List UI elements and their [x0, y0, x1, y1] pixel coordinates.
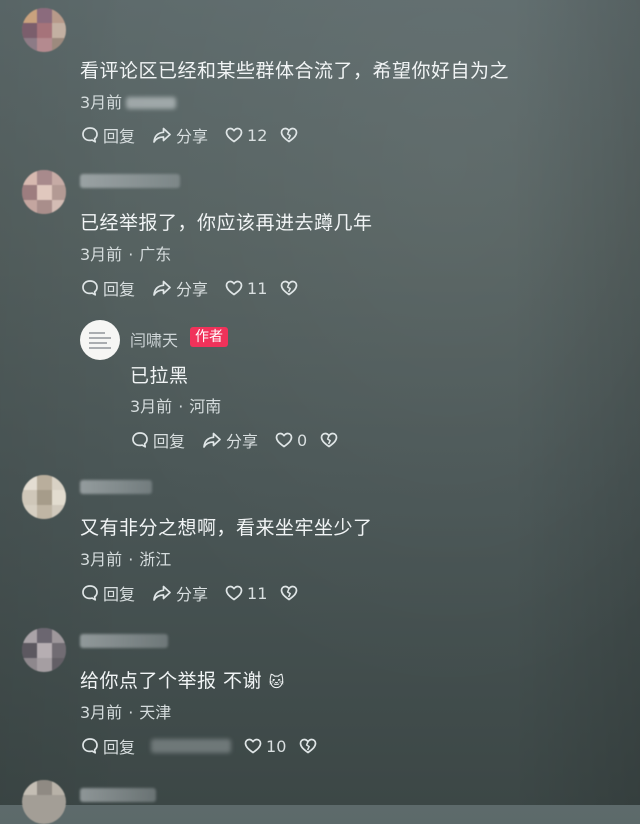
like-button[interactable]: 12: [224, 125, 267, 145]
reply-button[interactable]: 回复: [80, 581, 135, 605]
avatar[interactable]: [22, 170, 66, 214]
blurred-username: [80, 174, 180, 188]
comment-actions: 回复 分享 12: [80, 123, 318, 147]
comment-meta: 3月前 · 天津: [80, 699, 171, 723]
share-label: 分享: [176, 280, 209, 299]
comment-location: 浙江: [139, 550, 172, 569]
reply-button[interactable]: 回复: [130, 428, 185, 452]
blurred-username: [80, 788, 156, 802]
share-label: 分享: [176, 127, 209, 146]
reply-bubble-icon: [132, 432, 148, 448]
dislike-button[interactable]: [319, 430, 342, 450]
like-count: 11: [247, 583, 268, 603]
like-count: 0: [297, 430, 308, 450]
like-count: 10: [266, 736, 287, 756]
comment-time: 3月前: [80, 93, 123, 112]
broken-heart-icon: [300, 738, 317, 754]
comment-time: 3月前: [80, 245, 123, 264]
reply-bubble-icon: [82, 280, 98, 296]
comment-text-content: 给你点了个举报 不谢: [80, 670, 263, 692]
comment-actions: 回复 分享 11: [80, 276, 318, 300]
comment-meta: 3月前 · 广东: [80, 241, 171, 265]
reply-bubble-icon: [82, 738, 98, 754]
blurred-location: [126, 97, 177, 109]
like-button[interactable]: 11: [224, 278, 267, 298]
reply-label: 回复: [103, 585, 136, 604]
comment-actions: 回复 分享 11: [80, 581, 318, 605]
heart-icon: [225, 585, 243, 601]
author-name[interactable]: 闫啸天: [130, 327, 178, 351]
dislike-button[interactable]: [279, 583, 302, 603]
comment-text: 看评论区已经和某些群体合流了，希望你好自为之: [80, 60, 510, 82]
blurred-username: [80, 480, 152, 494]
comment-location: 广东: [139, 245, 172, 264]
separator: ·: [128, 245, 134, 264]
reply-bubble-icon: [82, 127, 98, 143]
avatar[interactable]: [22, 628, 66, 672]
avatar[interactable]: [22, 8, 66, 52]
share-button[interactable]: 分享: [151, 276, 208, 300]
reply-location: 河南: [189, 397, 222, 416]
separator: ·: [128, 703, 134, 722]
comment-text: 又有非分之想啊，看来坐牢坐少了: [80, 517, 373, 539]
author-avatar[interactable]: [80, 320, 120, 360]
comment-location: 天津: [139, 703, 172, 722]
reply-button[interactable]: 回复: [80, 734, 135, 758]
separator: ·: [178, 397, 184, 416]
comment-time: 3月前: [80, 703, 123, 722]
share-arrow-icon: [153, 585, 171, 601]
broken-heart-icon: [281, 280, 298, 296]
dislike-button[interactable]: [298, 736, 321, 756]
reply-meta: 3月前 · 河南: [130, 393, 221, 417]
reply-button[interactable]: 回复: [80, 276, 135, 300]
reply-text: 已拉黑: [130, 365, 189, 387]
avatar[interactable]: [22, 475, 66, 519]
cat-emoji-icon: 🐱: [268, 673, 285, 691]
comment-text: 已经举报了，你应该再进去蹲几年: [80, 212, 373, 234]
reply-button[interactable]: 回复: [80, 123, 135, 147]
share-arrow-icon: [153, 127, 171, 143]
like-count: 11: [247, 278, 268, 298]
reply-label: 回复: [103, 280, 136, 299]
reply-label: 回复: [103, 127, 136, 146]
like-count: 12: [247, 125, 268, 145]
dislike-button[interactable]: [279, 278, 302, 298]
comment-text: 给你点了个举报 不谢 🐱: [80, 666, 285, 693]
share-button[interactable]: 分享: [201, 428, 258, 452]
heart-icon: [244, 738, 262, 754]
share-button[interactable]: 分享: [151, 123, 208, 147]
comment-meta: 3月前: [80, 89, 177, 113]
share-label: 分享: [176, 585, 209, 604]
dislike-button[interactable]: [279, 125, 302, 145]
reply-time: 3月前: [130, 397, 173, 416]
heart-icon: [225, 280, 243, 296]
comment-actions: 回复 10: [80, 734, 337, 758]
share-button[interactable]: 分享: [151, 581, 208, 605]
reply-bubble-icon: [82, 585, 98, 601]
blurred-username: [80, 634, 168, 648]
separator: ·: [128, 550, 134, 569]
blurred-share-button: [151, 739, 232, 753]
like-button[interactable]: 0: [274, 430, 307, 450]
heart-icon: [275, 432, 293, 448]
comment-meta: 3月前 · 浙江: [80, 546, 171, 570]
like-button[interactable]: 10: [243, 736, 286, 756]
broken-heart-icon: [281, 585, 298, 601]
share-arrow-icon: [203, 432, 221, 448]
reply-label: 回复: [103, 738, 136, 757]
reply-label: 回复: [153, 432, 186, 451]
avatar[interactable]: [22, 780, 66, 824]
author-badge: 作者: [190, 327, 228, 347]
like-button[interactable]: 11: [224, 583, 267, 603]
broken-heart-icon: [281, 127, 298, 143]
reply-actions: 回复 分享 0: [130, 428, 358, 452]
share-label: 分享: [226, 432, 259, 451]
share-arrow-icon: [153, 280, 171, 296]
broken-heart-icon: [320, 432, 338, 448]
comment-time: 3月前: [80, 550, 123, 569]
heart-icon: [225, 127, 243, 143]
